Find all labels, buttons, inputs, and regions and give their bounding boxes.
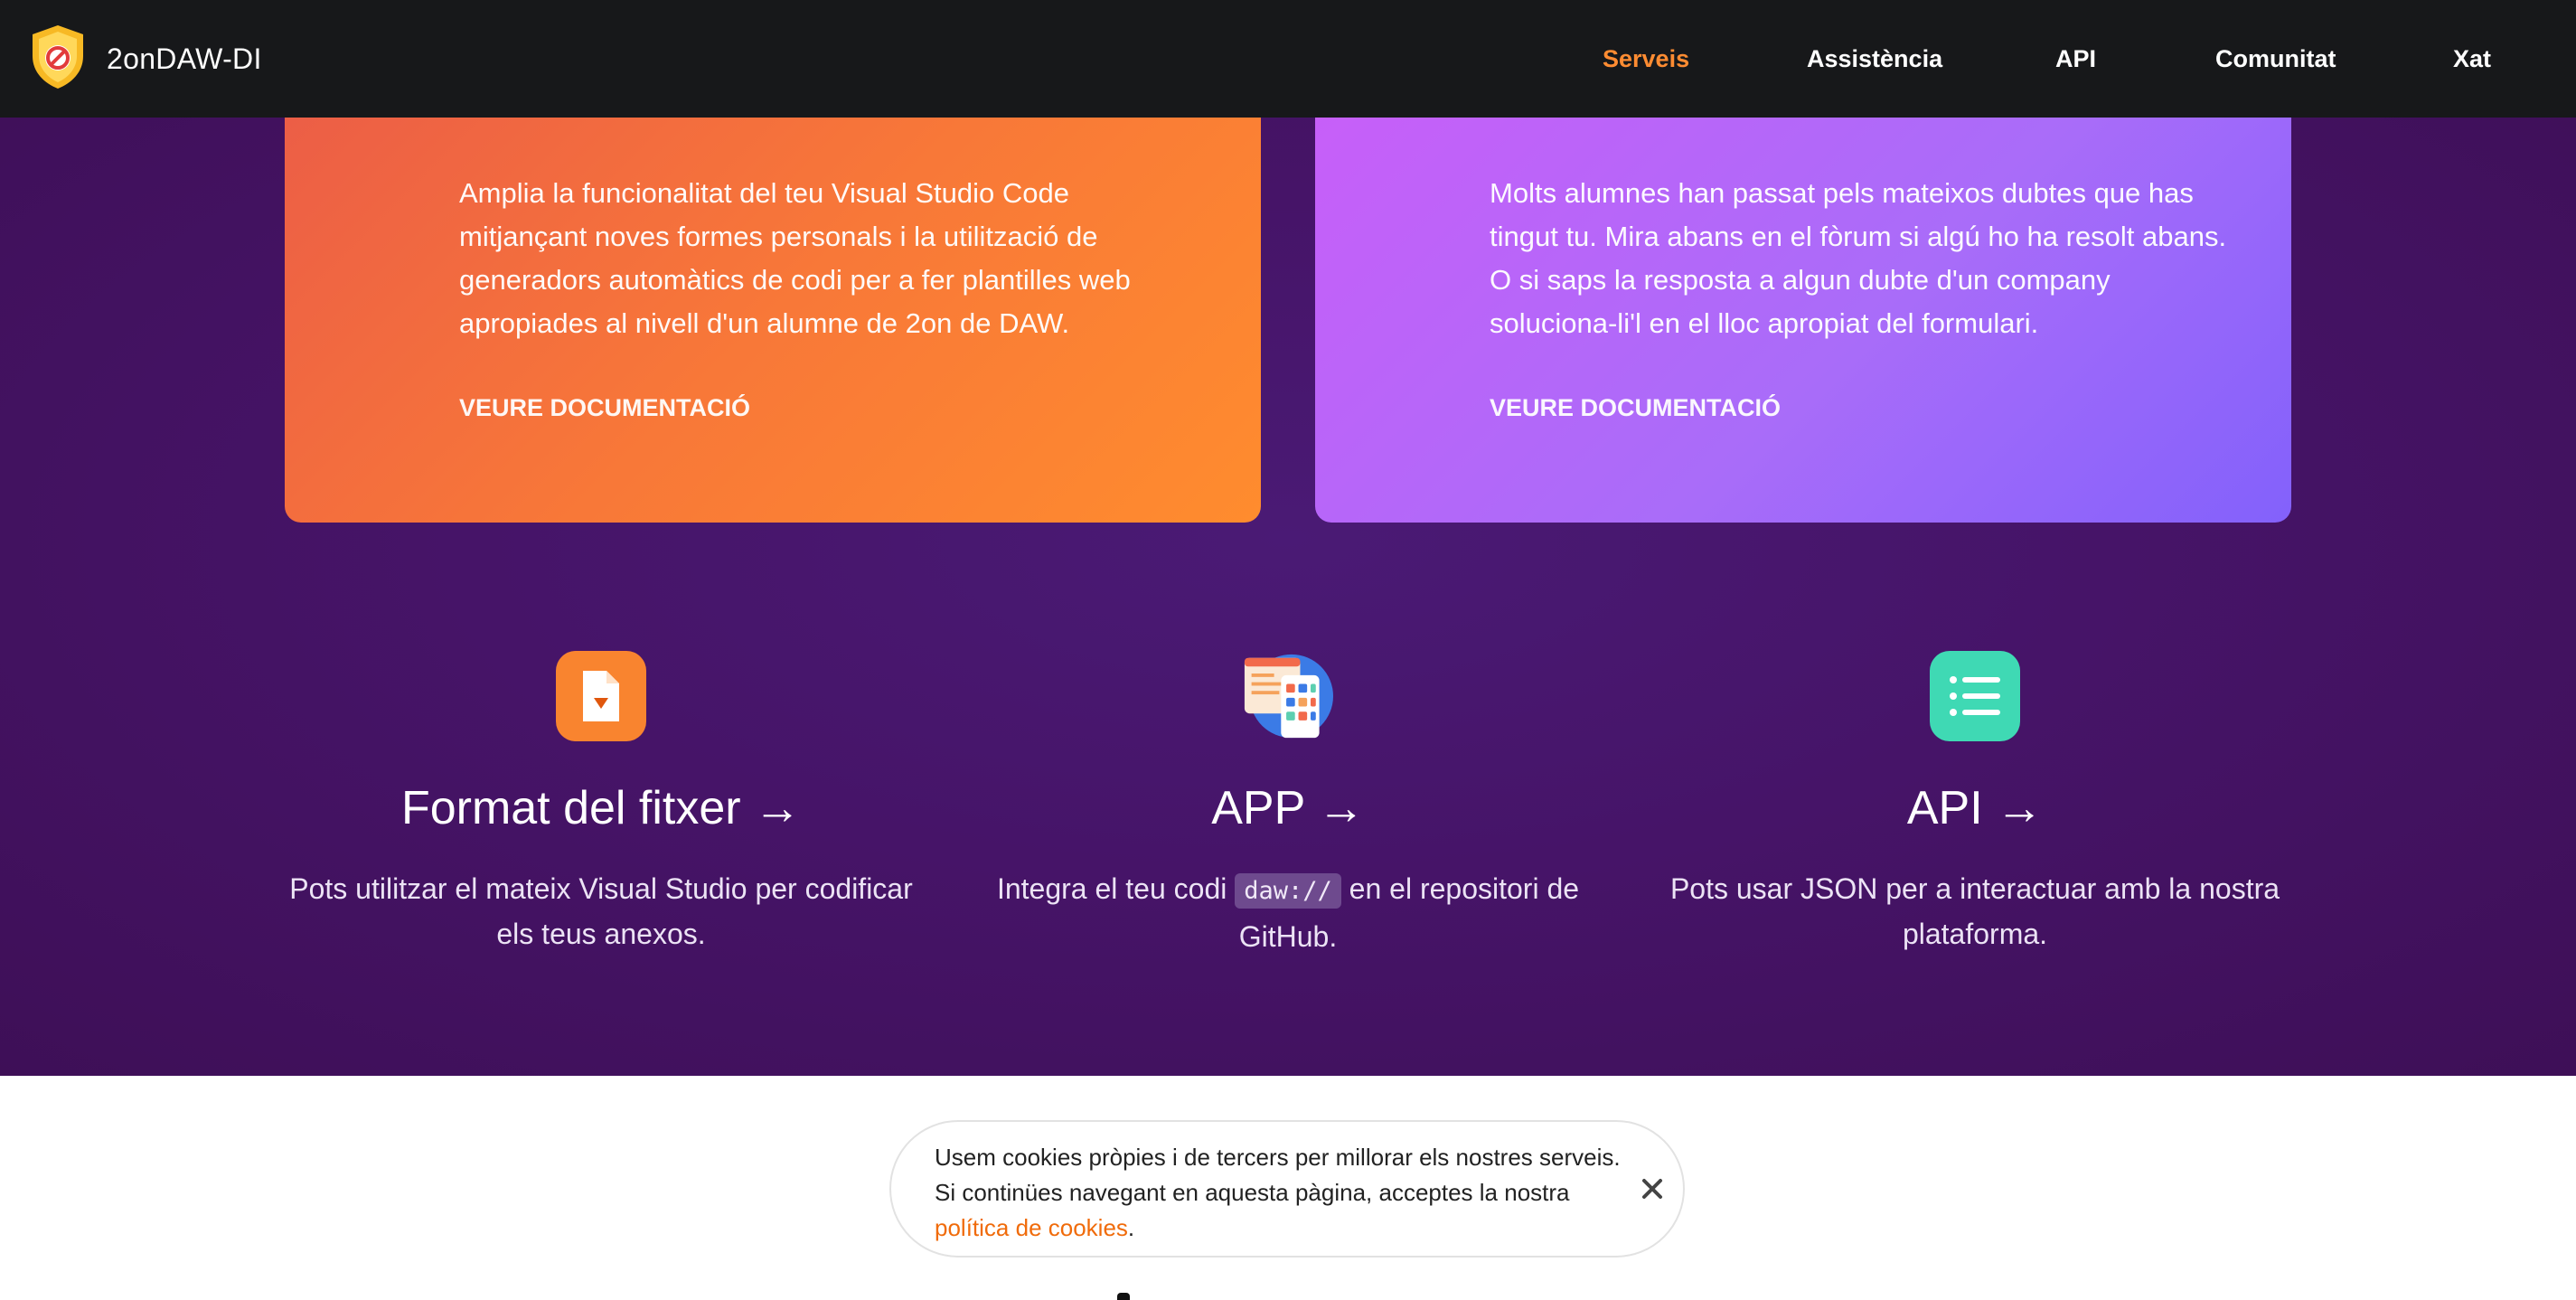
feature-description-start: Integra el teu codi <box>996 872 1227 905</box>
feature-description: Integra el teu codi daw:// en el reposit… <box>963 866 1613 959</box>
feature-api: API → Pots usar JSON per a interactuar a… <box>1641 651 2309 956</box>
top-navbar: 2onDAW-DI Serveis Assistència API Comuni… <box>0 0 2576 118</box>
cookie-banner: Usem cookies pròpies i de tercers per mi… <box>889 1120 1685 1258</box>
cookie-text-end: . <box>1127 1214 1135 1241</box>
nav-api[interactable]: API <box>2055 45 2096 73</box>
nav-serveis[interactable]: Serveis <box>1603 45 1689 73</box>
card-description: Molts alumnes han passat pels mateixos d… <box>1490 177 2227 339</box>
vscode-card: Amplia la funcionalitat del teu Visual S… <box>285 118 1261 523</box>
cookie-text: Usem cookies pròpies i de tercers per mi… <box>935 1144 1621 1206</box>
feature-app: APP → Integra el teu codi daw:// en el r… <box>954 651 1622 959</box>
feature-file-format: Format del fitxer → Pots utilitzar el ma… <box>267 651 935 956</box>
feature-title[interactable]: APP → <box>954 781 1622 835</box>
feature-title[interactable]: Format del fitxer → <box>267 781 935 835</box>
docs-link[interactable]: VEURE DOCUMENTACIÓ <box>1490 394 1781 422</box>
content-below-fold <box>1117 1293 1130 1300</box>
feature-title[interactable]: API → <box>1641 781 2309 835</box>
cookie-policy-link[interactable]: política de cookies <box>935 1214 1128 1241</box>
code-snippet: daw:// <box>1235 873 1341 909</box>
brand-name: 2onDAW-DI <box>107 42 262 75</box>
feature-description: Pots utilitzar el mateix Visual Studio p… <box>289 872 913 950</box>
nav-comunitat[interactable]: Comunitat <box>2215 45 2336 73</box>
app-icon <box>1243 651 1333 741</box>
close-icon[interactable] <box>1634 1171 1670 1207</box>
list-icon <box>1930 651 2020 741</box>
shield-logo-icon <box>29 24 87 95</box>
forum-card: Molts alumnes han passat pels mateixos d… <box>1315 118 2291 523</box>
card-description: Amplia la funcionalitat del teu Visual S… <box>459 177 1131 339</box>
feature-description: Pots usar JSON per a interactuar amb la … <box>1669 872 2280 950</box>
nav-assistencia[interactable]: Assistència <box>1807 45 1942 73</box>
nav-xat[interactable]: Xat <box>2453 45 2491 73</box>
file-icon <box>556 651 646 741</box>
brand[interactable]: 2onDAW-DI <box>29 24 262 95</box>
docs-link[interactable]: VEURE DOCUMENTACIÓ <box>459 394 750 422</box>
cookie-message: Usem cookies pròpies i de tercers per mi… <box>935 1140 1631 1246</box>
